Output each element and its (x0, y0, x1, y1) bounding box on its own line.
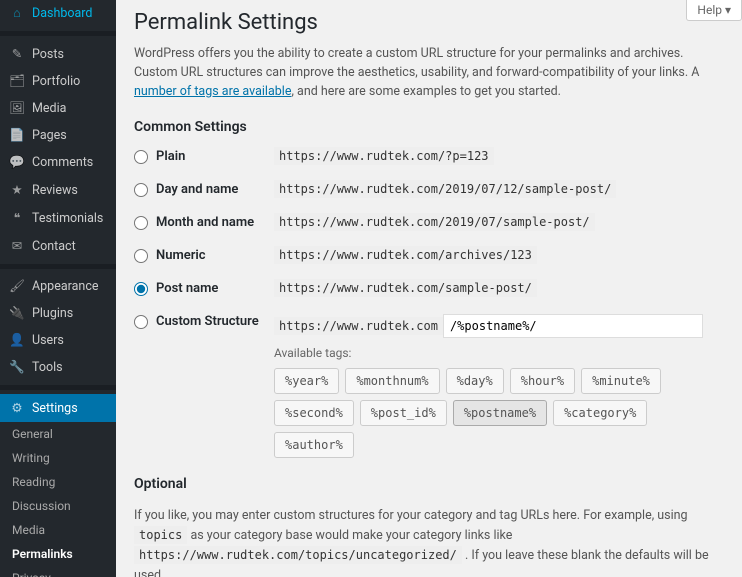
permalink-option-row: Post namehttps://www.rudtek.com/sample-p… (134, 281, 724, 296)
sidebar-item-label: Media (32, 101, 66, 116)
available-tags-label: Available tags: (274, 346, 724, 360)
sidebar-item-label: Tools (32, 360, 63, 375)
tag-button-second[interactable]: %second% (274, 400, 354, 426)
sidebar-item-label: Testimonials (32, 211, 103, 226)
permalink-example: https://www.rudtek.com/sample-post/ (274, 279, 537, 297)
submenu-item-media[interactable]: Media (0, 518, 116, 542)
testimonials-icon: ❝ (8, 210, 26, 226)
permalink-option-label[interactable]: Month and name (134, 215, 274, 230)
dashboard-icon: ⌂ (8, 6, 26, 21)
sidebar-item-label: Comments (32, 155, 93, 170)
submenu-item-writing[interactable]: Writing (0, 446, 116, 470)
sidebar-item-label: Posts (32, 47, 64, 62)
sidebar-item-plugins[interactable]: 🔌 Plugins (0, 300, 116, 327)
example-code-url: https://www.rudtek.com/topics/uncategori… (134, 546, 462, 564)
sidebar-item-tools[interactable]: 🔧 Tools (0, 354, 116, 381)
optional-heading: Optional (134, 476, 724, 492)
tag-button-minute[interactable]: %minute% (581, 368, 661, 394)
sidebar-item-media[interactable]: 🖼 Media (0, 95, 116, 122)
submenu-item-general[interactable]: General (0, 422, 116, 446)
sidebar-item-label: Reviews (32, 183, 78, 198)
permalink-option-row: Plainhttps://www.rudtek.com/?p=123 (134, 149, 724, 164)
sidebar-item-reviews[interactable]: ★ Reviews (0, 176, 116, 204)
permalink-option-row: Custom Structurehttps://www.rudtek.com Av… (134, 314, 724, 458)
sidebar-item-label: Portfolio (32, 74, 80, 89)
sidebar-item-settings[interactable]: ⚙ Settings (0, 394, 116, 422)
permalink-radio-custom-structure[interactable] (134, 315, 148, 329)
sidebar-item-label: Pages (32, 128, 67, 143)
admin-sidebar: ⌂ Dashboard ✎ Posts 🗂 Portfolio 🖼 Media 📄 Pages 💬 C… (0, 0, 116, 577)
contact-icon: ✉ (8, 238, 26, 254)
sidebar-item-label: Settings (32, 401, 78, 416)
tag-button-monthnum[interactable]: %monthnum% (345, 368, 439, 394)
sidebar-item-label: Users (32, 333, 64, 348)
tag-button-category[interactable]: %category% (553, 400, 647, 426)
sidebar-item-label: Appearance (32, 279, 99, 294)
portfolio-icon: 🗂 (8, 74, 26, 89)
help-tab[interactable]: Help ▾ (686, 0, 742, 21)
sidebar-item-appearance[interactable]: 🖌 Appearance (0, 273, 116, 300)
sidebar-item-portfolio[interactable]: 🗂 Portfolio (0, 68, 116, 95)
tag-button-hour[interactable]: %hour% (510, 368, 575, 394)
media-icon: 🖼 (8, 101, 26, 116)
custom-prefix: https://www.rudtek.com (274, 317, 443, 335)
submenu-item-privacy[interactable]: Privacy (0, 566, 116, 577)
permalink-radio-numeric[interactable] (134, 249, 148, 263)
reviews-icon: ★ (8, 182, 26, 198)
permalink-option-label[interactable]: Custom Structure (134, 314, 274, 329)
page-title: Permalink Settings (134, 10, 724, 35)
tag-button-post_id[interactable]: %post_id% (360, 400, 447, 426)
permalink-radio-month-and-name[interactable] (134, 216, 148, 230)
permalink-example: https://www.rudtek.com/2019/07/12/sample… (274, 180, 616, 198)
sidebar-item-posts[interactable]: ✎ Posts (0, 40, 116, 68)
permalink-option-label[interactable]: Plain (134, 149, 274, 164)
permalink-example: https://www.rudtek.com/2019/07/sample-po… (274, 213, 595, 231)
tag-button-year[interactable]: %year% (274, 368, 339, 394)
permalink-option-row: Month and namehttps://www.rudtek.com/201… (134, 215, 724, 230)
sidebar-item-label: Dashboard (32, 6, 92, 21)
common-settings-heading: Common Settings (134, 119, 724, 135)
permalink-example: https://www.rudtek.com/archives/123 (274, 246, 537, 264)
sidebar-item-label: Plugins (32, 306, 73, 321)
appearance-icon: 🖌 (8, 279, 26, 294)
comments-icon: 💬 (8, 155, 26, 170)
tag-button-day[interactable]: %day% (446, 368, 504, 394)
sidebar-item-testimonials[interactable]: ❝ Testimonials (0, 204, 116, 232)
permalink-option-row: Day and namehttps://www.rudtek.com/2019/… (134, 182, 724, 197)
permalink-radio-plain[interactable] (134, 150, 148, 164)
tag-button-postname[interactable]: %postname% (453, 400, 547, 426)
sidebar-item-pages[interactable]: 📄 Pages (0, 122, 116, 149)
sidebar-item-comments[interactable]: 💬 Comments (0, 149, 116, 176)
settings-icon: ⚙ (8, 400, 26, 416)
sidebar-item-contact[interactable]: ✉ Contact (0, 232, 116, 260)
sidebar-item-label: Contact (32, 239, 76, 254)
tags-help-link[interactable]: number of tags are available (134, 84, 291, 99)
plugins-icon: 🔌 (8, 306, 26, 321)
permalink-option-row: Numerichttps://www.rudtek.com/archives/1… (134, 248, 724, 263)
tools-icon: 🔧 (8, 360, 26, 375)
permalink-option-label[interactable]: Post name (134, 281, 274, 296)
submenu-item-permalinks[interactable]: Permalinks (0, 542, 116, 566)
permalink-option-label[interactable]: Numeric (134, 248, 274, 263)
example-code-topics: topics (134, 526, 187, 544)
permalink-radio-post-name[interactable] (134, 282, 148, 296)
submenu-item-reading[interactable]: Reading (0, 470, 116, 494)
optional-text: If you like, you may enter custom struct… (134, 506, 724, 577)
submenu-item-discussion[interactable]: Discussion (0, 494, 116, 518)
permalink-example: https://www.rudtek.com/?p=123 (274, 147, 494, 165)
pages-icon: 📄 (8, 128, 26, 143)
users-icon: 👤 (8, 333, 26, 348)
sidebar-item-users[interactable]: 👤 Users (0, 327, 116, 354)
tag-button-author[interactable]: %author% (274, 432, 354, 458)
posts-icon: ✎ (8, 46, 26, 62)
available-tags: %year%%monthnum% %day%%hour%%minute% %seco… (274, 368, 724, 458)
custom-structure-input[interactable] (443, 314, 703, 338)
intro-text: WordPress offers you the ability to crea… (134, 45, 724, 101)
permalink-radio-day-and-name[interactable] (134, 183, 148, 197)
sidebar-item-dashboard[interactable]: ⌂ Dashboard (0, 0, 116, 27)
permalink-option-label[interactable]: Day and name (134, 182, 274, 197)
content-area: Help ▾ Permalink Settings WordPress offe… (116, 0, 742, 577)
